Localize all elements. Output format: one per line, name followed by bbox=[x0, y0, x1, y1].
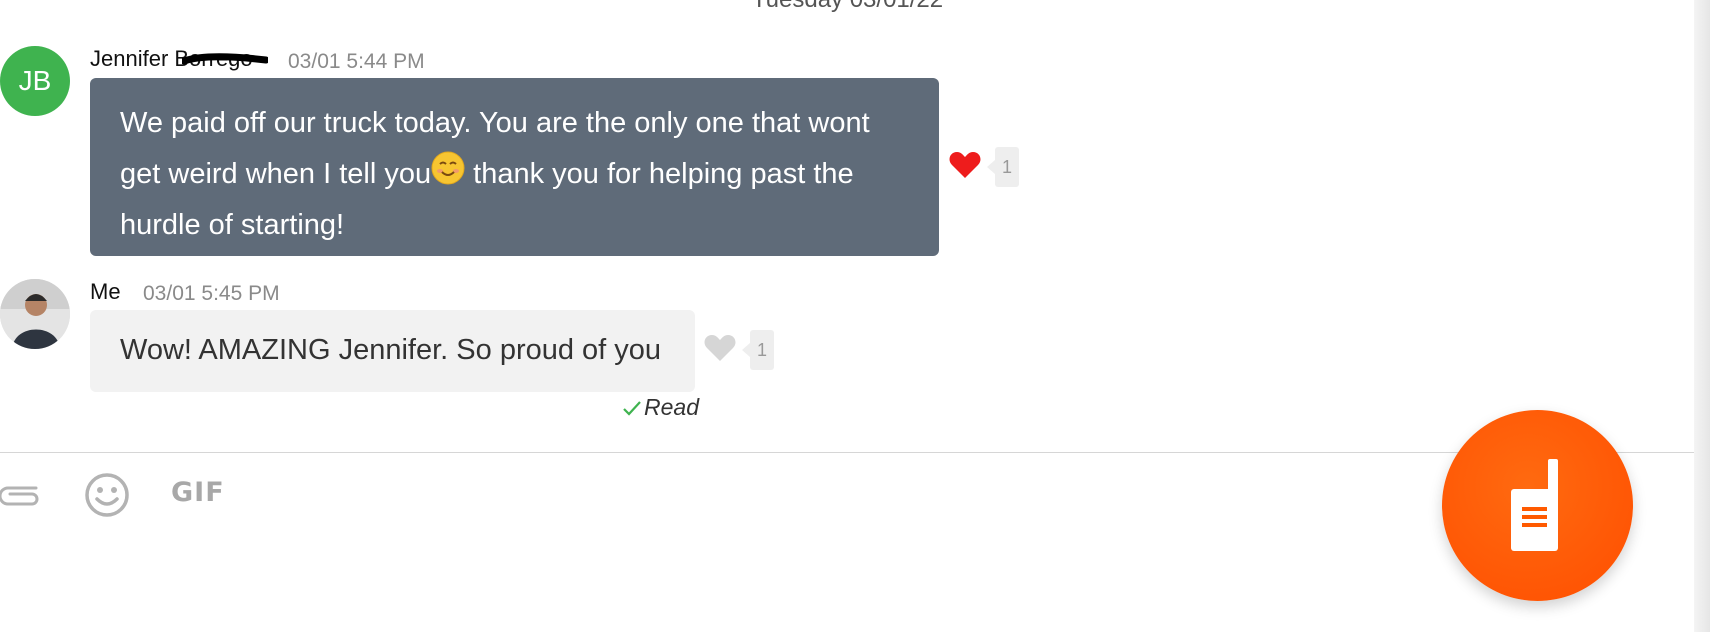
message-bubble-incoming: We paid off our truck today. You are the… bbox=[90, 78, 939, 256]
scrollbar[interactable] bbox=[1694, 0, 1710, 632]
read-receipt: Read bbox=[622, 394, 699, 421]
message-timestamp: 03/01 5:44 PM bbox=[288, 50, 425, 73]
message-bubble-outgoing: Wow! AMAZING Jennifer. So proud of you bbox=[90, 310, 695, 392]
reaction-count: 1 bbox=[742, 330, 774, 370]
sender-name: Me bbox=[90, 279, 121, 304]
gif-button[interactable]: GIF bbox=[171, 477, 225, 508]
message-text-line: get weird when I tell you thank you for … bbox=[120, 149, 909, 200]
message-text-line: hurdle of starting! bbox=[120, 209, 345, 241]
message-text: Wow! AMAZING Jennifer. So proud of you bbox=[120, 334, 662, 366]
walkie-talkie-button[interactable] bbox=[1442, 410, 1633, 601]
smiling-emoji-icon bbox=[431, 151, 465, 185]
avatar-initials: JB bbox=[18, 65, 52, 96]
profile-photo bbox=[0, 279, 70, 349]
heart-filled-icon[interactable] bbox=[948, 150, 982, 180]
message-timestamp: 03/01 5:45 PM bbox=[143, 282, 280, 305]
paperclip-icon[interactable] bbox=[0, 478, 42, 508]
heart-outline-icon[interactable] bbox=[703, 333, 737, 363]
avatar-me[interactable] bbox=[0, 279, 70, 349]
redaction-mark bbox=[182, 53, 268, 65]
smiley-icon[interactable] bbox=[84, 472, 130, 518]
date-divider: Tuesday 03/01/22 bbox=[0, 0, 1695, 14]
message-text-line: We paid off our truck today. You are the… bbox=[120, 107, 870, 139]
avatar-jennifer[interactable]: JB bbox=[0, 46, 70, 116]
checkmark-icon bbox=[623, 400, 641, 416]
walkie-talkie-icon bbox=[1511, 459, 1558, 551]
reaction-count: 1 bbox=[987, 147, 1019, 187]
composer-divider bbox=[0, 452, 1695, 453]
